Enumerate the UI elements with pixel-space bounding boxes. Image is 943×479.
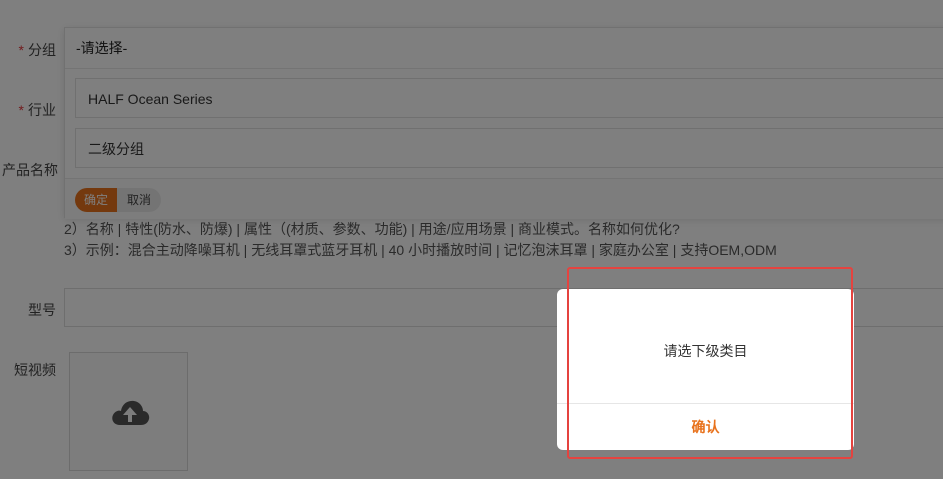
highlight-annotation	[567, 267, 853, 459]
